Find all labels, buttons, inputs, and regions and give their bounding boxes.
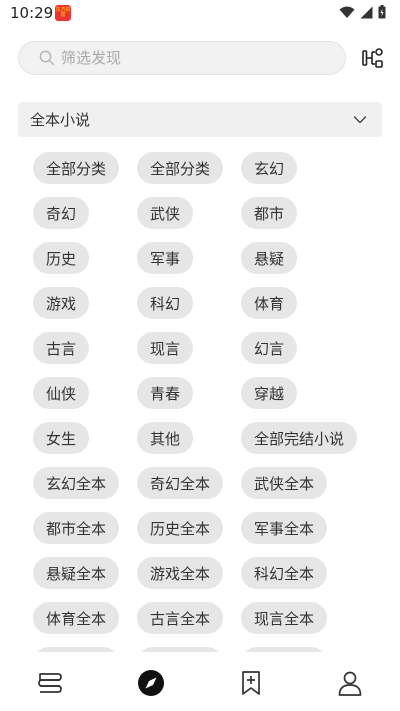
tag-chip[interactable]: 玄幻全本 — [33, 467, 120, 499]
nav-bookshelf[interactable] — [35, 668, 65, 698]
tag-chip[interactable]: 武侠全本 — [241, 467, 328, 499]
tag-chip[interactable]: 历史 — [33, 242, 90, 274]
tag-chip[interactable]: 武侠 — [137, 197, 194, 229]
tag-chip[interactable]: 科幻全本 — [241, 557, 328, 589]
tag-chip[interactable]: 军事 — [137, 242, 194, 274]
tag-chip[interactable]: 青春 — [137, 377, 194, 409]
tag-chip[interactable]: 奇幻 — [33, 197, 90, 229]
bookmark-add-icon — [242, 671, 260, 695]
tag-chip[interactable]: 体育全本 — [33, 602, 120, 634]
tag-chip[interactable]: 奇幻全本 — [137, 467, 224, 499]
tag-chip[interactable]: 古言 — [33, 332, 90, 364]
tag-chip[interactable]: 穿越 — [241, 377, 298, 409]
nav-bookmarks[interactable] — [236, 668, 266, 698]
bottom-navigation — [0, 652, 400, 711]
tag-chip[interactable]: 全部分类 — [137, 152, 224, 184]
tag-chip[interactable]: 悬疑 — [241, 242, 298, 274]
tags-scroll-area[interactable]: 全部分类 全部分类 玄幻 奇幻 武侠 都市 历史 军事 悬疑 游戏 科幻 体育 古言 现言 幻言 仙侠 青春 穿越… — [0, 0, 400, 652]
bookshelf-icon — [38, 673, 62, 693]
tag-chip[interactable]: 游戏全本 — [137, 557, 224, 589]
tag-chip[interactable]: 全部完结小说 — [241, 422, 358, 454]
tag-chip[interactable]: 现言全本 — [241, 602, 328, 634]
tag-chip[interactable]: 军事全本 — [241, 512, 328, 544]
tag-grid: 全部分类 全部分类 玄幻 奇幻 武侠 都市 历史 军事 悬疑 游戏 科幻 体育 古言 现言 幻言 仙侠 青春 穿越… — [33, 152, 363, 652]
tag-chip[interactable]: 女生 — [33, 422, 90, 454]
tag-chip[interactable]: 现言 — [137, 332, 194, 364]
tag-chip[interactable]: 都市全本 — [33, 512, 120, 544]
tag-chip[interactable]: 古言全本 — [137, 602, 224, 634]
tag-chip[interactable]: 游戏 — [33, 287, 90, 319]
tag-chip[interactable]: 其他 — [137, 422, 194, 454]
nav-discover[interactable] — [136, 668, 166, 698]
tag-chip[interactable]: 全部分类 — [33, 152, 120, 184]
compass-icon — [138, 670, 164, 696]
tag-chip[interactable]: 悬疑全本 — [33, 557, 120, 589]
tag-chip[interactable]: 科幻 — [137, 287, 194, 319]
tag-chip[interactable]: 体育 — [241, 287, 298, 319]
person-icon — [338, 671, 362, 696]
tag-chip[interactable]: 历史全本 — [137, 512, 224, 544]
nav-profile[interactable] — [335, 668, 365, 698]
tag-chip[interactable]: 幻言 — [241, 332, 298, 364]
tag-chip[interactable]: 仙侠 — [33, 377, 90, 409]
tag-chip[interactable]: 玄幻 — [241, 152, 298, 184]
tag-chip[interactable]: 都市 — [241, 197, 298, 229]
